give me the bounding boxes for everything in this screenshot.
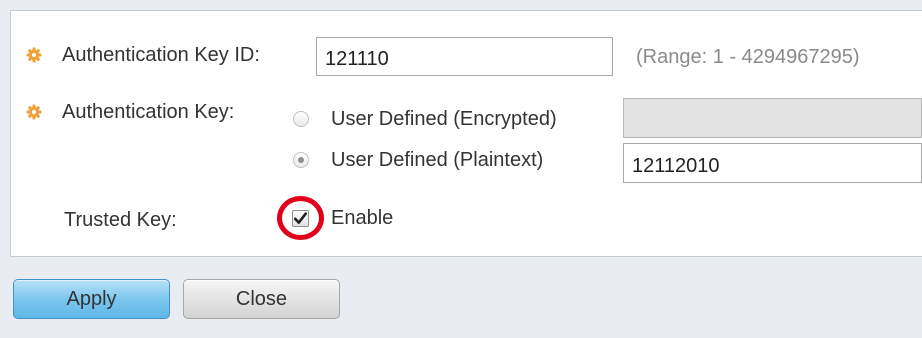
radio-selected-dot (298, 157, 304, 163)
close-button[interactable]: Close (183, 279, 340, 319)
highlight-circle-annotation (277, 196, 324, 240)
gear-icon (26, 47, 42, 63)
trusted-key-label: Trusted Key: (64, 209, 177, 231)
plaintext-key-input[interactable] (623, 143, 922, 183)
gear-icon (26, 104, 42, 120)
auth-key-label: Authentication Key: (62, 101, 235, 123)
radio-user-defined-plaintext[interactable] (293, 152, 309, 168)
auth-key-id-range-hint: (Range: 1 - 4294967295) (636, 46, 860, 68)
apply-button[interactable]: Apply (13, 279, 170, 319)
auth-key-id-input[interactable] (316, 37, 613, 76)
auth-key-id-label: Authentication Key ID: (62, 44, 260, 66)
radio-user-defined-encrypted[interactable] (293, 111, 309, 127)
encrypted-key-input[interactable] (623, 98, 922, 138)
radio-user-defined-plaintext-label[interactable]: User Defined (Plaintext) (331, 148, 543, 172)
radio-user-defined-encrypted-label[interactable]: User Defined (Encrypted) (331, 107, 557, 131)
trusted-key-enable-label[interactable]: Enable (331, 206, 393, 230)
